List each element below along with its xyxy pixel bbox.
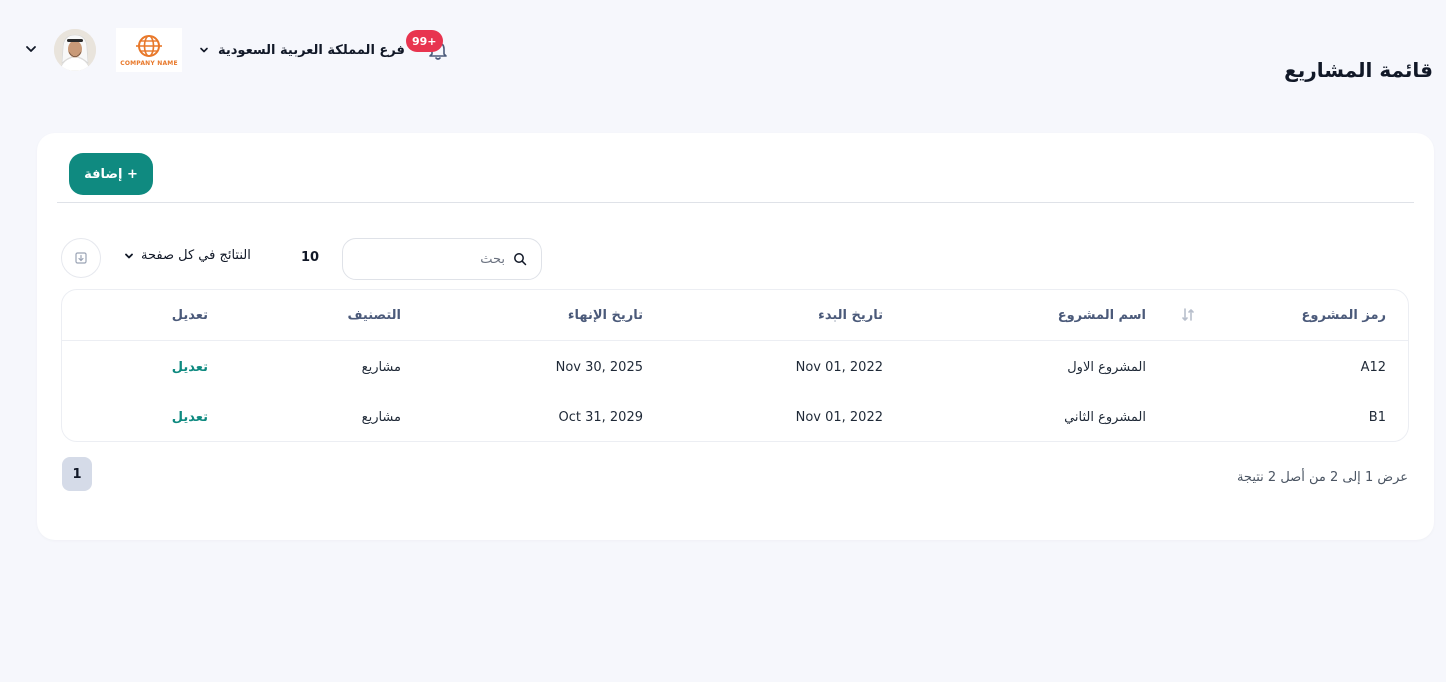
export-button[interactable] bbox=[61, 238, 101, 278]
company-logo-text: COMPANY NAME bbox=[120, 60, 178, 67]
search-icon bbox=[514, 253, 527, 266]
divider bbox=[57, 202, 1414, 203]
table-row: B1 المشروع الثاني Nov 01, 2022 Oct 31, 2… bbox=[62, 392, 1408, 441]
sort-icon[interactable] bbox=[1180, 307, 1196, 323]
branch-selector[interactable]: فرع المملكة العربية السعودية bbox=[198, 38, 405, 62]
pagination-summary: عرض 1 إلى 2 من أصل 2 نتيجة bbox=[1236, 470, 1408, 485]
cell-end-date: Oct 31, 2029 bbox=[558, 410, 644, 425]
company-logo: COMPANY NAME bbox=[116, 28, 182, 72]
user-menu-chevron-icon[interactable] bbox=[24, 42, 38, 56]
projects-table: رمز المشروع اسم المشروع تاريخ البدء تاري… bbox=[61, 289, 1409, 442]
edit-link[interactable]: تعديل bbox=[172, 342, 208, 393]
avatar[interactable] bbox=[54, 29, 96, 71]
edit-link[interactable]: تعديل bbox=[172, 392, 208, 441]
cell-category: مشاريع bbox=[361, 360, 401, 375]
column-header-edit: تعديل bbox=[171, 308, 208, 323]
table-header: رمز المشروع اسم المشروع تاريخ البدء تاري… bbox=[62, 290, 1408, 341]
cell-start-date: Nov 01, 2022 bbox=[795, 410, 883, 425]
column-header-end-date[interactable]: تاريخ الإنهاء bbox=[568, 290, 643, 341]
cell-name: المشروع الاول bbox=[1067, 360, 1146, 375]
page-button-1[interactable]: 1 bbox=[62, 457, 92, 491]
search-input[interactable] bbox=[365, 251, 505, 267]
table-row: A12 المشروع الاول Nov 01, 2022 Nov 30, 2… bbox=[62, 342, 1408, 393]
cell-code: B1 bbox=[1368, 410, 1386, 425]
column-header-code[interactable]: رمز المشروع bbox=[1302, 290, 1386, 341]
notification-badge: 99+ bbox=[406, 30, 443, 52]
column-header-name[interactable]: اسم المشروع bbox=[1058, 290, 1146, 341]
search-box[interactable] bbox=[342, 238, 542, 280]
chevron-down-icon bbox=[200, 47, 208, 53]
per-page-label: النتائج في كل صفحة bbox=[141, 248, 251, 263]
page-title: قائمة المشاريع bbox=[1284, 58, 1433, 82]
projects-card: + إضافة النتائج في كل صفحة 10 رمز المشرو… bbox=[37, 133, 1434, 540]
notifications-button[interactable]: 99+ bbox=[406, 30, 452, 66]
add-button[interactable]: + إضافة bbox=[69, 153, 153, 195]
branch-name: فرع المملكة العربية السعودية bbox=[218, 42, 405, 58]
export-icon bbox=[75, 252, 87, 264]
cell-start-date: Nov 01, 2022 bbox=[795, 360, 883, 375]
chevron-down-icon bbox=[125, 253, 133, 258]
cell-end-date: Nov 30, 2025 bbox=[555, 360, 643, 375]
globe-icon bbox=[136, 35, 162, 57]
column-header-category[interactable]: التصنيف bbox=[347, 290, 401, 341]
column-header-start-date[interactable]: تاريخ البدء bbox=[818, 290, 883, 341]
cell-category: مشاريع bbox=[361, 410, 401, 425]
per-page-selector[interactable]: النتائج في كل صفحة bbox=[123, 248, 251, 263]
cell-name: المشروع الثاني bbox=[1064, 410, 1146, 425]
cell-code: A12 bbox=[1360, 360, 1386, 375]
per-page-value[interactable]: 10 bbox=[301, 250, 319, 265]
